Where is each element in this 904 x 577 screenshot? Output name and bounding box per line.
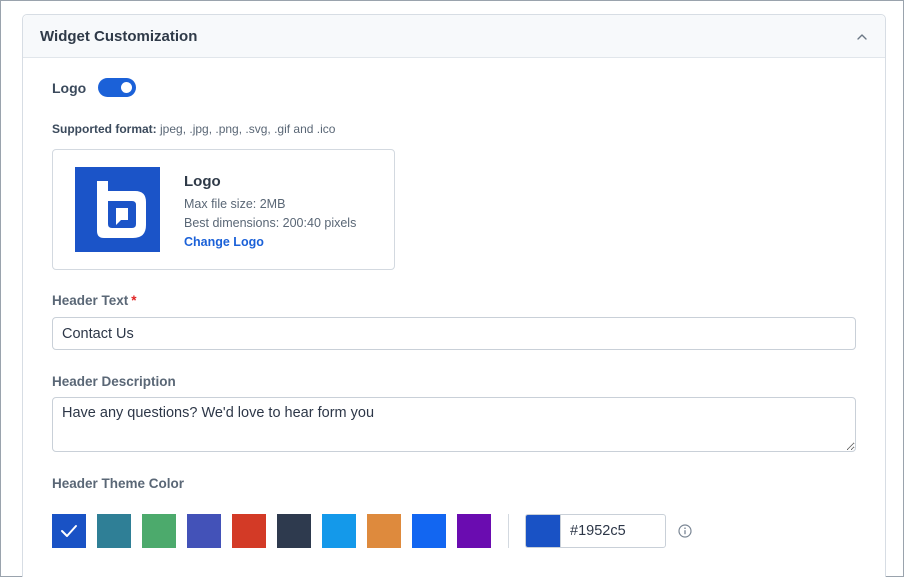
header-theme-color-label: Header Theme Color bbox=[52, 476, 185, 491]
logo-upload-info: Logo Max file size: 2MB Best dimensions:… bbox=[184, 173, 356, 252]
logo-preview-image bbox=[75, 167, 160, 252]
color-swatch[interactable] bbox=[142, 514, 176, 548]
brand-logo-icon bbox=[97, 181, 146, 238]
check-icon bbox=[61, 525, 77, 537]
color-swatch[interactable] bbox=[277, 514, 311, 548]
supported-format-value: jpeg, .jpg, .png, .svg, .gif and .ico bbox=[156, 122, 336, 136]
header-text-label: Header Text * bbox=[52, 293, 137, 308]
color-swatch[interactable] bbox=[457, 514, 491, 548]
panel-header[interactable]: Widget Customization bbox=[23, 15, 885, 58]
toggle-knob bbox=[121, 82, 133, 93]
color-swatch[interactable] bbox=[97, 514, 131, 548]
change-logo-link[interactable]: Change Logo bbox=[184, 233, 264, 252]
hex-color-input[interactable] bbox=[560, 514, 666, 548]
color-swatch[interactable] bbox=[412, 514, 446, 548]
required-mark: * bbox=[131, 293, 137, 308]
widget-customization-panel: Widget Customization Logo Supported form… bbox=[22, 14, 886, 577]
max-file-size: Max file size: 2MB bbox=[184, 197, 286, 211]
color-swatch[interactable] bbox=[52, 514, 86, 548]
header-text-input[interactable] bbox=[52, 317, 856, 350]
color-swatch[interactable] bbox=[232, 514, 266, 548]
best-dimensions: Best dimensions: 200:40 pixels bbox=[184, 216, 357, 230]
header-description-label: Header Description bbox=[52, 374, 176, 389]
upload-title: Logo bbox=[184, 173, 221, 190]
swatch-divider bbox=[508, 514, 509, 548]
supported-format-label: Supported format: bbox=[52, 122, 157, 136]
chevron-up-icon[interactable] bbox=[855, 30, 869, 44]
color-swatch[interactable] bbox=[187, 514, 221, 548]
logo-toggle[interactable] bbox=[98, 78, 137, 97]
window-frame: Widget Customization Logo Supported form… bbox=[0, 0, 904, 577]
logo-upload-card: Logo Max file size: 2MB Best dimensions:… bbox=[52, 149, 395, 270]
logo-toggle-row: Logo bbox=[52, 78, 137, 97]
color-swatch[interactable] bbox=[322, 514, 356, 548]
header-text-label-text: Header Text bbox=[52, 293, 129, 308]
theme-color-swatches bbox=[52, 514, 692, 548]
panel-title: Widget Customization bbox=[40, 27, 198, 45]
info-icon[interactable] bbox=[678, 524, 692, 538]
header-description-textarea[interactable]: Have any questions? We'd love to hear fo… bbox=[52, 397, 856, 452]
supported-formats: Supported format: jpeg, .jpg, .png, .svg… bbox=[52, 122, 335, 136]
color-swatch[interactable] bbox=[367, 514, 401, 548]
selected-color-preview[interactable] bbox=[525, 514, 560, 548]
logo-label: Logo bbox=[52, 79, 87, 96]
